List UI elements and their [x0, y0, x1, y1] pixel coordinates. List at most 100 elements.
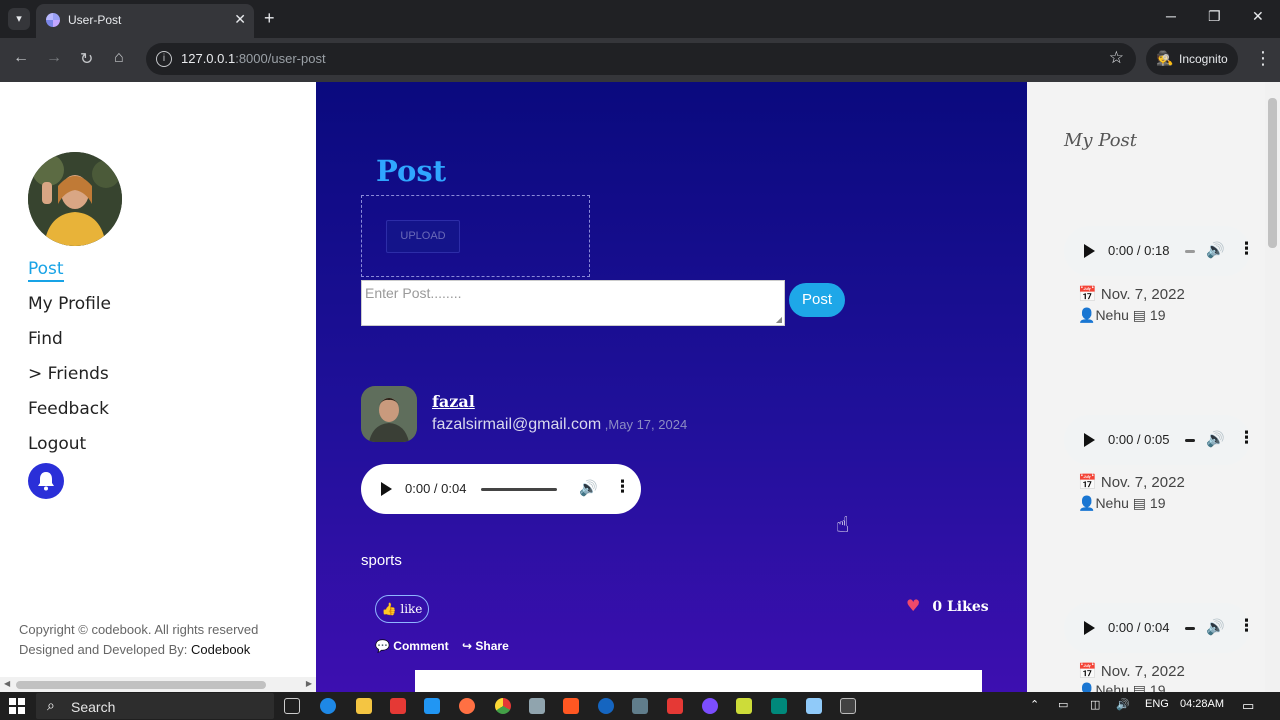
windows-start-icon[interactable] [9, 698, 25, 714]
language-indicator[interactable]: ENG [1145, 698, 1169, 710]
vertical-scroll-thumb[interactable] [1268, 98, 1277, 248]
play-icon[interactable] [1084, 433, 1095, 447]
audio-more-icon[interactable]: ⋮ [1238, 616, 1255, 636]
page-viewport: Post My Profile Find > Friends Feedback … [0, 82, 1280, 692]
new-tab-button[interactable]: + [264, 8, 275, 28]
site-info-icon[interactable]: i [156, 51, 172, 67]
chrome-icon[interactable] [495, 698, 511, 714]
app-icon[interactable] [632, 698, 648, 714]
post-date: ,May 17, 2024 [601, 417, 688, 432]
codebook-link[interactable]: Codebook [191, 642, 250, 657]
resize-handle-icon[interactable]: ◢ [776, 315, 782, 324]
comment-input[interactable] [415, 670, 982, 692]
back-arrow-icon[interactable]: ← [13, 49, 29, 67]
terminal-icon[interactable] [840, 698, 856, 714]
my-post-audio-player[interactable]: 0:00 / 0:18 🔊 ⋮ [1064, 226, 1255, 276]
address-bar[interactable]: i 127.0.0.1:8000/user-post ☆ [146, 43, 1136, 75]
notes-icon[interactable] [736, 698, 752, 714]
volume-icon[interactable]: 🔊 [1206, 430, 1225, 448]
incognito-indicator[interactable]: 🕵 Incognito [1146, 43, 1238, 75]
volume-icon[interactable]: 🔊 [1206, 241, 1225, 259]
like-button[interactable]: 👍 like [375, 595, 429, 623]
audio-more-icon[interactable]: ⋮ [614, 477, 631, 497]
tab-user-post[interactable]: User-Post ✕ [36, 4, 254, 38]
app-icon[interactable] [529, 698, 545, 714]
clock[interactable]: 04:28AM [1180, 698, 1224, 710]
tab-search-menu-icon[interactable]: ▾ [8, 8, 30, 30]
zoom-icon[interactable] [598, 698, 614, 714]
horizontal-scroll-thumb[interactable] [16, 681, 266, 689]
feed-audio-player[interactable]: 0:00 / 0:04 🔊 ⋮ [361, 464, 641, 514]
tab-title: User-Post [68, 13, 122, 27]
scroll-left-icon[interactable]: ◀ [4, 679, 10, 688]
forward-arrow-icon[interactable]: → [46, 49, 62, 67]
notifications-icon[interactable]: ▭ [1242, 698, 1254, 714]
audio-progress-slider[interactable] [1185, 627, 1195, 630]
bookmark-star-icon[interactable]: ☆ [1109, 48, 1124, 68]
upload-dropzone[interactable]: UPLOAD [361, 195, 590, 277]
my-post-audio-player[interactable]: 0:00 / 0:04 🔊 ⋮ [1064, 603, 1255, 653]
play-icon[interactable] [1084, 244, 1095, 258]
edge-icon[interactable] [320, 698, 336, 714]
brave-icon[interactable] [563, 698, 579, 714]
task-view-icon[interactable] [284, 698, 300, 714]
comment-link[interactable]: 💬 Comment [375, 639, 449, 653]
audio-progress-slider[interactable] [1185, 439, 1195, 442]
home-icon[interactable]: ⌂ [114, 49, 124, 67]
my-posts-panel: My Post 0:00 / 0:18 🔊 ⋮ 📅 Nov. 7, 2022 👤… [1027, 82, 1265, 692]
sidebar-item-friends[interactable]: > Friends [28, 363, 111, 398]
comments-icon: ▤ [1132, 307, 1147, 323]
sidebar-item-find[interactable]: Find [28, 328, 111, 363]
close-window-button[interactable]: ✕ [1252, 8, 1264, 25]
browser-menu-icon[interactable]: ⋮ [1254, 48, 1272, 69]
horizontal-scrollbar[interactable]: ◀ ▶ [0, 677, 316, 692]
battery-icon[interactable]: ▭ [1058, 698, 1068, 711]
restore-button[interactable]: ❐ [1208, 8, 1221, 25]
upload-button[interactable]: UPLOAD [386, 220, 460, 253]
tray-chevron-icon[interactable]: ⌃ [1030, 698, 1039, 711]
vertical-scrollbar[interactable] [1265, 82, 1280, 692]
sidebar-item-my-profile[interactable]: My Profile [28, 293, 111, 328]
minimize-button[interactable]: ─ [1166, 8, 1176, 24]
audio-progress-slider[interactable] [1185, 250, 1195, 253]
reload-icon[interactable]: ↻ [80, 49, 93, 69]
audio-more-icon[interactable]: ⋮ [1238, 239, 1255, 259]
volume-icon[interactable]: 🔊 [1206, 618, 1225, 636]
vscode-icon[interactable] [424, 698, 440, 714]
scroll-right-icon[interactable]: ▶ [306, 679, 312, 688]
audio-more-icon[interactable]: ⋮ [1238, 428, 1255, 448]
network-icon[interactable]: ◫ [1090, 698, 1100, 711]
author-name-link[interactable]: fazal [432, 392, 475, 411]
post-textarea[interactable]: Enter Post........ ◢ [361, 280, 785, 326]
audio-time: 0:00 / 0:04 [1108, 620, 1170, 635]
app-icon[interactable] [702, 698, 718, 714]
footer-copyright: Copyright © codebook. All rights reserve… [19, 620, 258, 660]
notification-button[interactable] [28, 463, 64, 499]
play-icon[interactable] [1084, 621, 1095, 635]
app-icon[interactable] [771, 698, 787, 714]
user-icon: 👤 [1078, 682, 1096, 692]
play-icon[interactable] [381, 482, 392, 496]
sidebar-item-post[interactable]: Post [28, 258, 111, 293]
likes-count: ♥ 0 Likes [906, 596, 989, 615]
profile-avatar[interactable] [28, 152, 122, 246]
author-avatar[interactable] [361, 386, 417, 442]
volume-icon[interactable]: 🔊 [579, 479, 598, 497]
file-explorer-icon[interactable] [356, 698, 372, 714]
tab-close-icon[interactable]: ✕ [234, 11, 246, 28]
audio-progress-slider[interactable] [481, 488, 557, 491]
app-icon[interactable] [806, 698, 822, 714]
user-icon: 👤 [1078, 307, 1096, 323]
app-icon[interactable] [667, 698, 683, 714]
speaker-icon[interactable]: 🔊 [1116, 698, 1130, 711]
post-submit-button[interactable]: Post [789, 283, 845, 317]
share-link[interactable]: ↪ Share [462, 639, 509, 653]
taskbar-search[interactable]: ⌕ Search [36, 693, 274, 719]
calendar-icon: 📅 [1078, 474, 1097, 491]
app-icon[interactable] [390, 698, 406, 714]
url-text[interactable]: 127.0.0.1:8000/user-post [181, 51, 326, 66]
sidebar-item-feedback[interactable]: Feedback [28, 398, 111, 433]
main-feed: Post UPLOAD Enter Post........ ◢ Post fa… [316, 82, 1027, 692]
my-post-audio-player[interactable]: 0:00 / 0:05 🔊 ⋮ [1064, 415, 1255, 465]
search-app-icon[interactable] [459, 698, 475, 714]
